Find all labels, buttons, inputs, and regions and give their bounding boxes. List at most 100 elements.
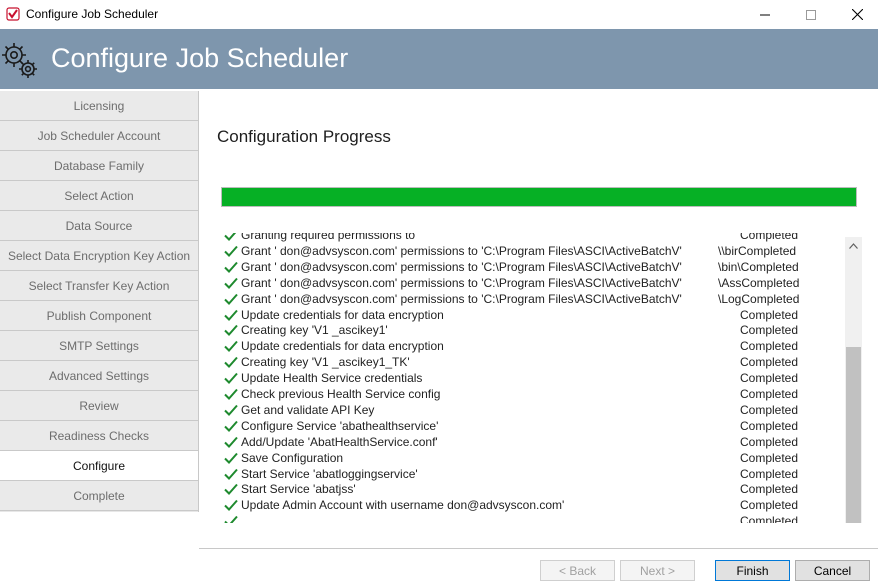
log-row: Configure Service 'abathealthservice' Com… <box>221 418 845 434</box>
log-row: Grant ' don@advsyscon.com' permissions t… <box>221 259 845 275</box>
log-status: Completed <box>740 498 799 513</box>
log-scrollbar[interactable] <box>845 237 862 523</box>
maximize-button[interactable] <box>788 0 834 29</box>
sidebar-item-job-scheduler-account[interactable]: Job Scheduler Account <box>0 121 198 151</box>
page-title: Configuration Progress <box>217 127 391 146</box>
maximize-icon <box>806 9 816 20</box>
wizard-sidebar: Licensing Job Scheduler Account Database F… <box>0 91 199 512</box>
cancel-button[interactable]: Cancel <box>795 560 870 581</box>
checkmark-icon <box>224 404 238 416</box>
checkmark-icon <box>224 436 238 448</box>
minimize-button[interactable] <box>742 0 788 29</box>
sidebar-item-smtp-settings[interactable]: SMTP Settings <box>0 331 198 361</box>
log-message: Get and validate API Key <box>241 402 375 417</box>
log-status: Completed <box>740 323 799 338</box>
log-status: Completed <box>740 307 799 322</box>
window-title: Configure Job Scheduler <box>26 7 159 21</box>
close-button[interactable] <box>834 0 878 29</box>
log-message: Creating key 'V1 _ascikey1' <box>241 323 388 338</box>
checkmark-icon <box>224 277 238 289</box>
log-message: Update credentials for data encryption <box>241 307 444 322</box>
banner-title: Configure Job Scheduler <box>51 43 349 73</box>
window-titlebar: Configure Job Scheduler <box>0 0 878 29</box>
sidebar-item-advanced-settings[interactable]: Advanced Settings <box>0 361 198 391</box>
sidebar-item-configure[interactable]: Configure <box>0 451 198 481</box>
checkmark-icon <box>224 372 238 385</box>
log-message: Grant ' don@advsyscon.com' permissions t… <box>241 243 682 258</box>
log-path-status: \\birCompleted <box>718 243 797 258</box>
log-message: Creating key 'V1 _ascikey1_TK' <box>241 355 410 370</box>
log-message: Configure Service 'abathealthservice' <box>241 418 439 433</box>
log-message: Check previous Health Service config <box>241 387 441 401</box>
sidebar-item-readiness-checks[interactable]: Readiness Checks <box>0 421 198 451</box>
checkmark-icon <box>224 245 238 257</box>
sidebar-item-select-transfer-key-action[interactable]: Select Transfer Key Action <box>0 271 198 301</box>
gears-icon <box>2 43 37 78</box>
log-row: Save Configuration Completed <box>221 450 845 466</box>
log-path-status: \AssCompleted <box>718 275 800 290</box>
log-message: Update credentials for data encryption <box>241 339 444 354</box>
log-row: Grant ' don@advsyscon.com' permissions t… <box>221 275 845 291</box>
checkmark-icon <box>224 452 238 464</box>
log-status: Completed <box>740 402 799 417</box>
sidebar-item-select-action[interactable]: Select Action <box>0 181 198 211</box>
scroll-thumb[interactable] <box>846 347 861 523</box>
log-message: Grant ' don@advsyscon.com' permissions t… <box>241 259 682 274</box>
log-list: Granting required permissions to Complete… <box>221 233 861 523</box>
sidebar-item-licensing[interactable]: Licensing <box>0 91 198 121</box>
log-message: Add/Update 'AbatHealthService.conf' <box>241 434 438 449</box>
checkmark-icon <box>224 388 238 400</box>
scroll-up-button[interactable] <box>845 237 862 254</box>
header-banner: Configure Job Scheduler <box>0 29 878 89</box>
checkmark-icon <box>224 325 238 337</box>
log-row: Completed <box>221 513 845 523</box>
back-button[interactable]: < Back <box>540 560 615 581</box>
log-message: Update Health Service credentials <box>241 371 423 386</box>
checkmark-icon <box>224 420 238 432</box>
log-path-status: \bin\Completed <box>718 259 799 274</box>
checkmark-icon <box>224 309 238 321</box>
log-status: Completed <box>740 514 799 523</box>
log-row: Add/Update 'AbatHealthService.conf' Compl… <box>221 434 845 450</box>
log-status: Completed <box>740 387 799 401</box>
log-status: Completed <box>740 355 799 370</box>
checkmark-icon <box>224 357 238 369</box>
log-row: Granting required permissions to Complete… <box>221 233 845 243</box>
sidebar-item-data-source[interactable]: Data Source <box>0 211 198 241</box>
sidebar-item-review[interactable]: Review <box>0 391 198 421</box>
checkmark-icon <box>224 468 238 480</box>
log-row: Update credentials for data encryption Co… <box>221 338 845 354</box>
log-status: Completed <box>740 450 799 465</box>
log-status: Completed <box>740 233 799 242</box>
log-message: Save Configuration <box>241 450 344 465</box>
log-message: Granting required permissions to <box>241 233 416 242</box>
minimize-icon <box>760 14 770 15</box>
sidebar-item-select-data-encryption-key-action[interactable]: Select Data Encryption Key Action <box>0 241 198 271</box>
checkmark-icon <box>224 233 237 241</box>
log-message: Grant ' don@advsyscon.com' permissions t… <box>241 291 682 306</box>
chevron-up-icon <box>849 242 858 249</box>
sidebar-item-complete[interactable]: Complete <box>0 481 198 511</box>
finish-button[interactable]: Finish <box>715 560 790 581</box>
checkmark-icon <box>224 293 238 305</box>
log-row: Update Admin Account with username don@a… <box>221 497 845 513</box>
log-status: Completed <box>740 466 799 481</box>
log-row: Creating key 'V1 _ascikey1_TK' Completed <box>221 354 845 370</box>
log-row: Creating key 'V1 _ascikey1' Completed <box>221 322 845 338</box>
log-status: Completed <box>740 418 799 433</box>
log-status: Completed <box>740 371 799 386</box>
log-row: Grant ' don@advsyscon.com' permissions t… <box>221 243 845 259</box>
log-row: Start Service 'abatloggingservice' Comple… <box>221 466 845 482</box>
sidebar-item-publish-component[interactable]: Publish Component <box>0 301 198 331</box>
log-row: Start Service 'abatjss' Completed <box>221 481 845 497</box>
checkmark-icon <box>224 484 238 496</box>
sidebar-item-database-family[interactable]: Database Family <box>0 151 198 181</box>
next-button[interactable]: Next > <box>620 560 695 581</box>
checkmark-icon <box>224 341 238 353</box>
log-row: Update credentials for data encryption Co… <box>221 307 845 323</box>
log-status: Completed <box>740 434 799 449</box>
log-status: Completed <box>740 482 799 497</box>
log-row: Grant ' don@advsyscon.com' permissions t… <box>221 291 845 307</box>
checkmark-icon <box>224 516 238 523</box>
app-logo-icon <box>6 7 20 21</box>
